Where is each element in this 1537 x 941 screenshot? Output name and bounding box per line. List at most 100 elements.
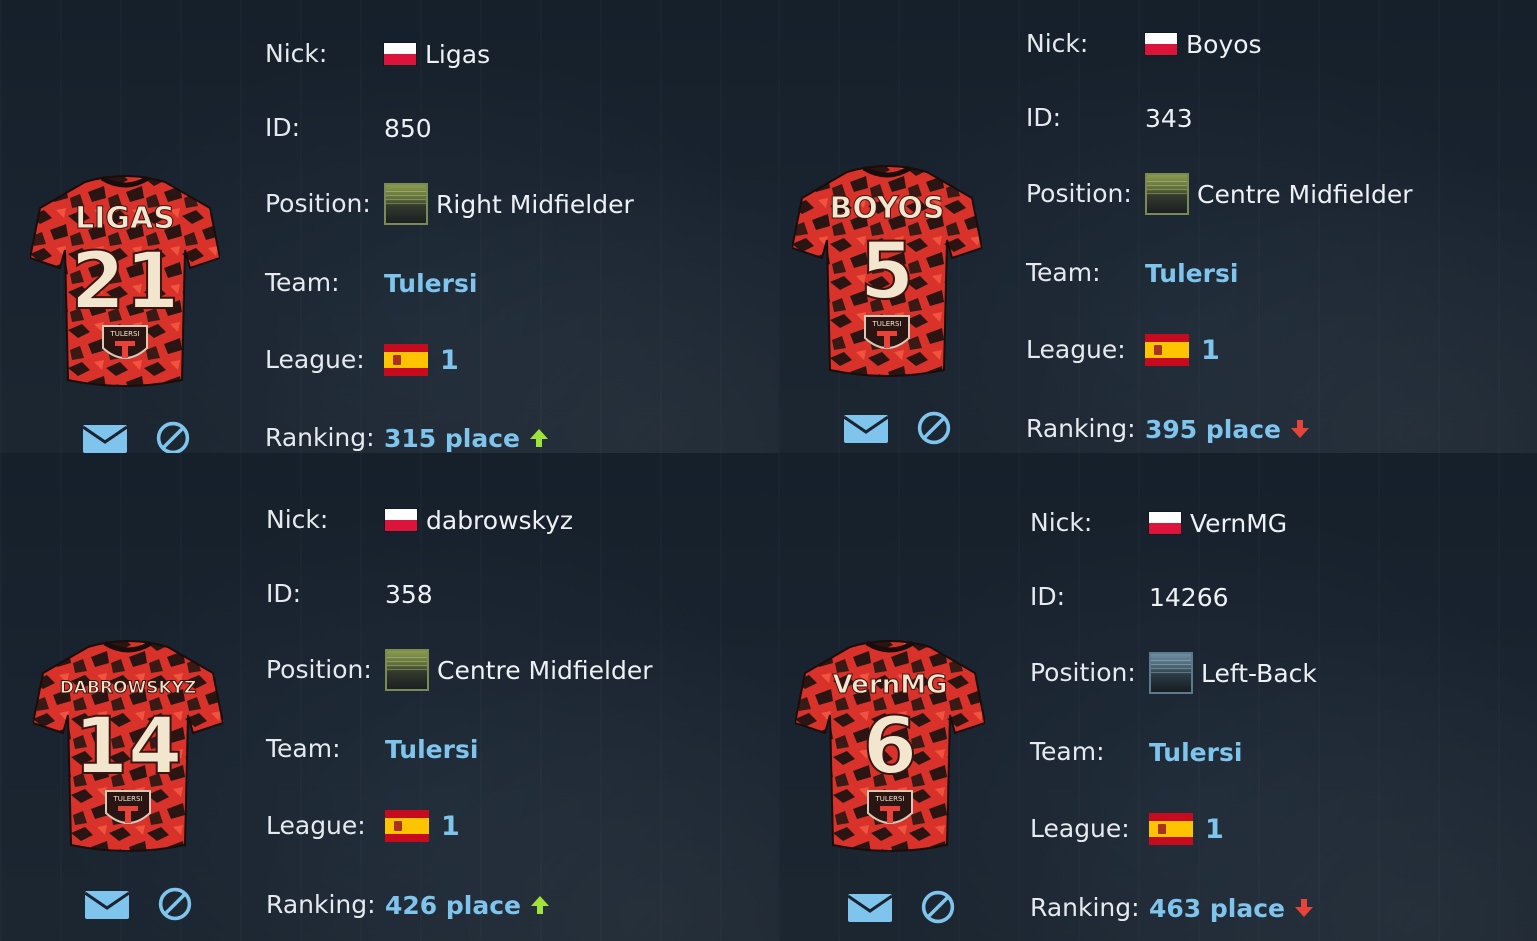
league-label: League: [1026, 335, 1126, 364]
player-jersey: BOYOS 5 TULERSI [792, 165, 982, 377]
league-value[interactable]: 1 [385, 810, 460, 842]
action-icons [847, 889, 961, 925]
position-value: Centre Midfielder [385, 649, 653, 691]
nick-text: Boyos [1186, 29, 1262, 59]
action-icons [843, 410, 957, 446]
position-value: Left-Back [1149, 652, 1317, 694]
team-label: Team: [265, 268, 340, 297]
nick-value: Ligas [384, 38, 490, 70]
action-icons [82, 420, 196, 453]
position-text: Right Midfielder [436, 189, 634, 219]
poland-flag-icon [1145, 33, 1177, 55]
nick-label: Nick: [265, 39, 328, 68]
league-label: League: [265, 345, 365, 374]
envelope-icon[interactable] [843, 410, 889, 446]
envelope-icon[interactable] [847, 889, 893, 925]
team-link[interactable]: Tulersi [384, 267, 477, 299]
ranking-text: 395 place [1145, 414, 1281, 444]
league-label: League: [1030, 814, 1130, 843]
envelope-icon[interactable] [84, 886, 130, 922]
ranking-label: Ranking: [1026, 414, 1136, 443]
ranking-label: Ranking: [266, 890, 376, 919]
position-value: Centre Midfielder [1145, 173, 1413, 215]
ranking-value: 315 place [384, 422, 550, 453]
position-text: Centre Midfielder [1197, 179, 1413, 209]
spain-flag-icon [1145, 334, 1189, 366]
player-card: LIGAS 21 TULERSI Nick: Ligas ID: 850 Pos… [0, 0, 778, 453]
midfield-zone-icon [385, 649, 429, 691]
team-link[interactable]: Tulersi [385, 733, 478, 765]
ranking-down-arrow-icon [1291, 420, 1309, 438]
id-label: ID: [1030, 582, 1066, 611]
id-value: 358 [385, 579, 433, 609]
nick-text: dabrowskyz [426, 505, 574, 535]
ranking-label: Ranking: [1030, 893, 1140, 922]
ranking-text: 463 place [1149, 893, 1285, 923]
poland-flag-icon [384, 43, 416, 65]
player-jersey: LIGAS 21 TULERSI [30, 175, 220, 387]
nick-value: VernMG [1149, 507, 1287, 539]
nick-text: Ligas [425, 39, 491, 69]
jersey-crest-text: TULERSI [112, 795, 142, 803]
jersey-crest-text: TULERSI [871, 320, 901, 328]
position-label: Position: [1026, 179, 1132, 208]
envelope-icon[interactable] [82, 420, 128, 453]
position-label: Position: [265, 189, 371, 218]
spain-flag-icon [384, 344, 428, 376]
jersey-name-text: DABROWSKYZ [60, 678, 197, 698]
block-icon[interactable] [150, 420, 196, 453]
nick-text: VernMG [1190, 508, 1288, 538]
position-value: Right Midfielder [384, 183, 634, 225]
midfield-zone-icon [1145, 173, 1189, 215]
jersey-number-text: 6 [863, 702, 917, 792]
nick-label: Nick: [1026, 29, 1089, 58]
block-icon[interactable] [911, 410, 957, 446]
id-value: 343 [1145, 103, 1193, 133]
jersey-number-text: 21 [71, 237, 180, 327]
ranking-value: 426 place [385, 889, 551, 921]
team-link[interactable]: Tulersi [1149, 736, 1242, 768]
jersey-name-text: VernMG [833, 670, 948, 700]
spain-flag-icon [385, 810, 429, 842]
player-jersey: VernMG 6 TULERSI [795, 640, 985, 852]
jersey-number-text: 14 [74, 702, 183, 792]
league-value[interactable]: 1 [1149, 813, 1224, 845]
nick-value: dabrowskyz [385, 504, 573, 536]
poland-flag-icon [1149, 512, 1181, 534]
league-number: 1 [1201, 334, 1220, 366]
team-label: Team: [266, 734, 341, 763]
ranking-up-arrow-icon [530, 429, 548, 447]
ranking-text: 426 place [385, 890, 521, 920]
jersey-crest-text: TULERSI [874, 795, 904, 803]
ranking-down-arrow-icon [1295, 899, 1313, 917]
ranking-text: 315 place [384, 423, 520, 453]
position-text: Centre Midfielder [437, 655, 653, 685]
jersey-number-text: 5 [860, 227, 914, 317]
block-icon[interactable] [915, 889, 961, 925]
position-label: Position: [266, 655, 372, 684]
position-text: Left-Back [1201, 658, 1317, 688]
id-label: ID: [266, 579, 302, 608]
jersey-name-text: BOYOS [829, 191, 944, 226]
team-label: Team: [1026, 258, 1101, 287]
league-number: 1 [440, 344, 459, 376]
nick-label: Nick: [266, 505, 329, 534]
team-label: Team: [1030, 737, 1105, 766]
ranking-label: Ranking: [265, 423, 375, 452]
league-number: 1 [1205, 813, 1224, 845]
league-value[interactable]: 1 [384, 344, 459, 376]
jersey-crest-text: TULERSI [109, 330, 139, 338]
team-link[interactable]: Tulersi [1145, 257, 1238, 289]
league-label: League: [266, 811, 366, 840]
nick-value: Boyos [1145, 28, 1262, 60]
ranking-value: 463 place [1149, 892, 1315, 924]
player-card: BOYOS 5 TULERSI Nick: Boyos ID: 343 Posi… [778, 0, 1537, 453]
block-icon[interactable] [152, 886, 198, 922]
spain-flag-icon [1149, 813, 1193, 845]
league-value[interactable]: 1 [1145, 334, 1220, 366]
jersey-name-text: LIGAS [75, 201, 175, 236]
ranking-value: 395 place [1145, 413, 1311, 445]
player-jersey: DABROWSKYZ 14 TULERSI [33, 640, 223, 852]
id-label: ID: [1026, 103, 1062, 132]
id-value: 14266 [1149, 582, 1229, 612]
